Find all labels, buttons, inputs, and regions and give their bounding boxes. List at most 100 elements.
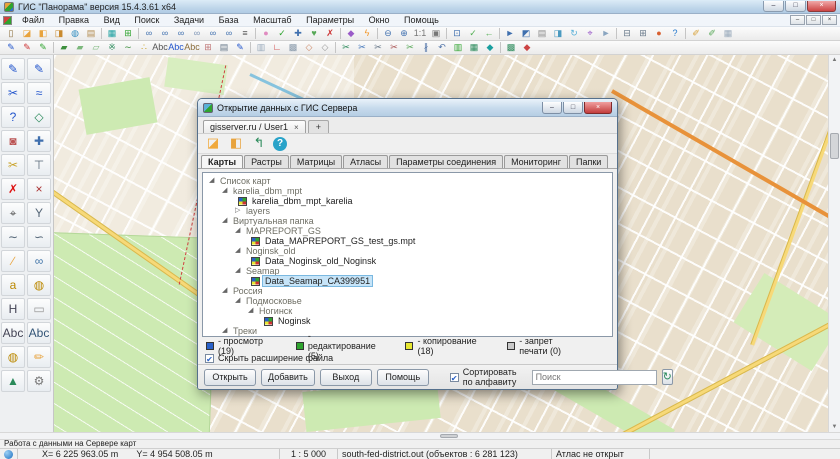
tab-connection-params[interactable]: Параметры соединения: [389, 155, 503, 168]
node-edit-icon[interactable]: ⊤: [27, 154, 51, 176]
tree-item[interactable]: karelia_dbm_mpt_karelia: [205, 196, 610, 206]
tree-expander-icon[interactable]: ◢: [222, 326, 231, 336]
exit-button[interactable]: Выход: [320, 369, 372, 386]
search-input[interactable]: [532, 370, 657, 385]
move-area-icon[interactable]: ▱: [88, 41, 104, 54]
edit-pencil-icon[interactable]: ✎: [3, 41, 19, 54]
scale-1-1-icon[interactable]: 1:1: [412, 27, 428, 40]
cut-area-icon[interactable]: ✂: [370, 41, 386, 54]
help-cursor-icon[interactable]: ?: [667, 27, 683, 40]
tree-item[interactable]: ◢ Треки: [205, 326, 610, 336]
highlight-a-icon[interactable]: a: [1, 274, 25, 296]
pointer-map-icon[interactable]: ►: [502, 27, 518, 40]
tab-maps[interactable]: Карты: [201, 155, 243, 168]
menu-help[interactable]: Помощь: [398, 14, 445, 26]
diamond-teal-icon[interactable]: ◆: [482, 41, 498, 54]
network-folder-icon[interactable]: ◨: [51, 27, 67, 40]
stitch-objects-icon[interactable]: ∦: [418, 41, 434, 54]
gear-icon[interactable]: ⚙: [27, 370, 51, 392]
tree-expander-icon[interactable]: ◢: [235, 266, 244, 276]
split-object-icon[interactable]: ✂: [386, 41, 402, 54]
tree-expander-icon[interactable]: ◢: [235, 246, 244, 256]
horizontal-scroll-thumb[interactable]: [440, 434, 458, 438]
measure-ruler-icon[interactable]: ∕: [1, 250, 25, 272]
find-object-icon[interactable]: ∞: [141, 27, 157, 40]
edit-check-icon[interactable]: ✎: [35, 41, 51, 54]
cut-line-icon[interactable]: ✂: [354, 41, 370, 54]
tree-item[interactable]: Data_Seamap_CA399951: [205, 276, 610, 286]
label-abc-icon[interactable]: Abc: [152, 41, 168, 54]
select-shape-icon[interactable]: ●: [258, 27, 274, 40]
print-setup-icon[interactable]: ⊞: [635, 27, 651, 40]
condition-icon[interactable]: ◆: [343, 27, 359, 40]
separator[interactable]: [500, 42, 501, 53]
dialog-titlebar[interactable]: Открытие данных с ГИС Сервера – □ ×: [198, 99, 617, 117]
diamond-grey-icon[interactable]: ◇: [317, 41, 333, 54]
tree-item[interactable]: ◢ Список карт: [205, 176, 610, 186]
new-connection-tab[interactable]: +: [308, 120, 329, 133]
stats-icon[interactable]: ▥: [450, 41, 466, 54]
paste-icon[interactable]: ▤: [83, 27, 99, 40]
tree-item[interactable]: ◢ Россия: [205, 286, 610, 296]
spline-icon[interactable]: ≈: [27, 82, 51, 104]
grid-dense-icon[interactable]: ▩: [503, 41, 519, 54]
search-map-icon[interactable]: ∞: [27, 250, 51, 272]
tree-expander-icon[interactable]: ◢: [222, 186, 231, 196]
update-cursor-icon[interactable]: ↻: [566, 27, 582, 40]
view-back-icon[interactable]: ←: [481, 27, 497, 40]
curve-icon[interactable]: ∽: [27, 226, 51, 248]
hide-extension-checkbox[interactable]: ✔: [205, 354, 214, 363]
tree-item[interactable]: Noginsk: [205, 316, 610, 326]
tree-expander-icon[interactable]: ◢: [235, 226, 244, 236]
find-area-icon[interactable]: ∞: [189, 27, 205, 40]
exit-connection-icon[interactable]: ↰: [250, 135, 268, 152]
separator[interactable]: [499, 28, 500, 39]
open-internet-icon[interactable]: ◍: [67, 27, 83, 40]
select-add-icon[interactable]: ✚: [290, 27, 306, 40]
label-curve-icon[interactable]: Abc: [184, 41, 200, 54]
separator[interactable]: [250, 42, 251, 53]
tab-folders[interactable]: Папки: [569, 155, 608, 168]
menu-scale[interactable]: Масштаб: [247, 14, 298, 26]
delete-object-icon[interactable]: ✗: [1, 178, 25, 200]
flashlight-icon[interactable]: ◍: [1, 346, 25, 368]
edit-question-icon[interactable]: ?: [1, 106, 25, 128]
tree-item[interactable]: ◢ Noginsk_old: [205, 246, 610, 256]
select-check-icon[interactable]: ✓: [274, 27, 290, 40]
view-select-icon[interactable]: ✓: [465, 27, 481, 40]
create-areas-icon[interactable]: ▰: [72, 41, 88, 54]
help-button[interactable]: Помощь: [377, 369, 429, 386]
maximize-button[interactable]: □: [785, 1, 806, 12]
vertical-scroll-thumb[interactable]: [830, 133, 839, 159]
print-icon[interactable]: ⊟: [619, 27, 635, 40]
pointer-object-icon[interactable]: ◩: [518, 27, 534, 40]
draw-pencil2-icon[interactable]: ✎: [27, 58, 51, 80]
mdi-restore-button[interactable]: □: [806, 15, 821, 25]
open-map-icon[interactable]: ◪: [19, 27, 35, 40]
scroll-down-icon[interactable]: ▼: [829, 422, 840, 432]
separator[interactable]: [377, 28, 378, 39]
cursor-icon[interactable]: ►: [598, 27, 614, 40]
separator[interactable]: [101, 28, 102, 39]
window-titlebar[interactable]: ГИС "Панорама" версия 15.4.3.61 x64 – □ …: [0, 0, 840, 14]
tree-item[interactable]: ◢ MAPREPORT_GS: [205, 226, 610, 236]
dialog-close-button[interactable]: ×: [584, 102, 612, 114]
diamond-edit-icon[interactable]: ◇: [27, 106, 51, 128]
tree-item[interactable]: ◢ Seamap: [205, 266, 610, 276]
diamond-outline-icon[interactable]: ◇: [301, 41, 317, 54]
scroll-up-icon[interactable]: ▲: [829, 55, 840, 65]
edit-help-icon[interactable]: ✎: [19, 41, 35, 54]
frame-icon[interactable]: ▭: [27, 298, 51, 320]
add-data-icon[interactable]: ◧: [227, 135, 245, 152]
ruler-icon[interactable]: ▥: [253, 41, 269, 54]
help-icon[interactable]: ?: [273, 137, 287, 151]
flash-icon[interactable]: ϟ: [359, 27, 375, 40]
menu-view[interactable]: Вид: [98, 14, 126, 26]
tree-item[interactable]: ◢ Подмосковье: [205, 296, 610, 306]
separator[interactable]: [616, 28, 617, 39]
tab-rasters[interactable]: Растры: [244, 155, 289, 168]
connection-tab[interactable]: gisserver.ru / User1 ×: [203, 120, 306, 133]
sort-alphabet-checkbox[interactable]: ✔: [450, 373, 459, 382]
tree-expander-icon[interactable]: ◢: [248, 306, 257, 316]
abc-label-icon[interactable]: Abc: [1, 322, 25, 344]
